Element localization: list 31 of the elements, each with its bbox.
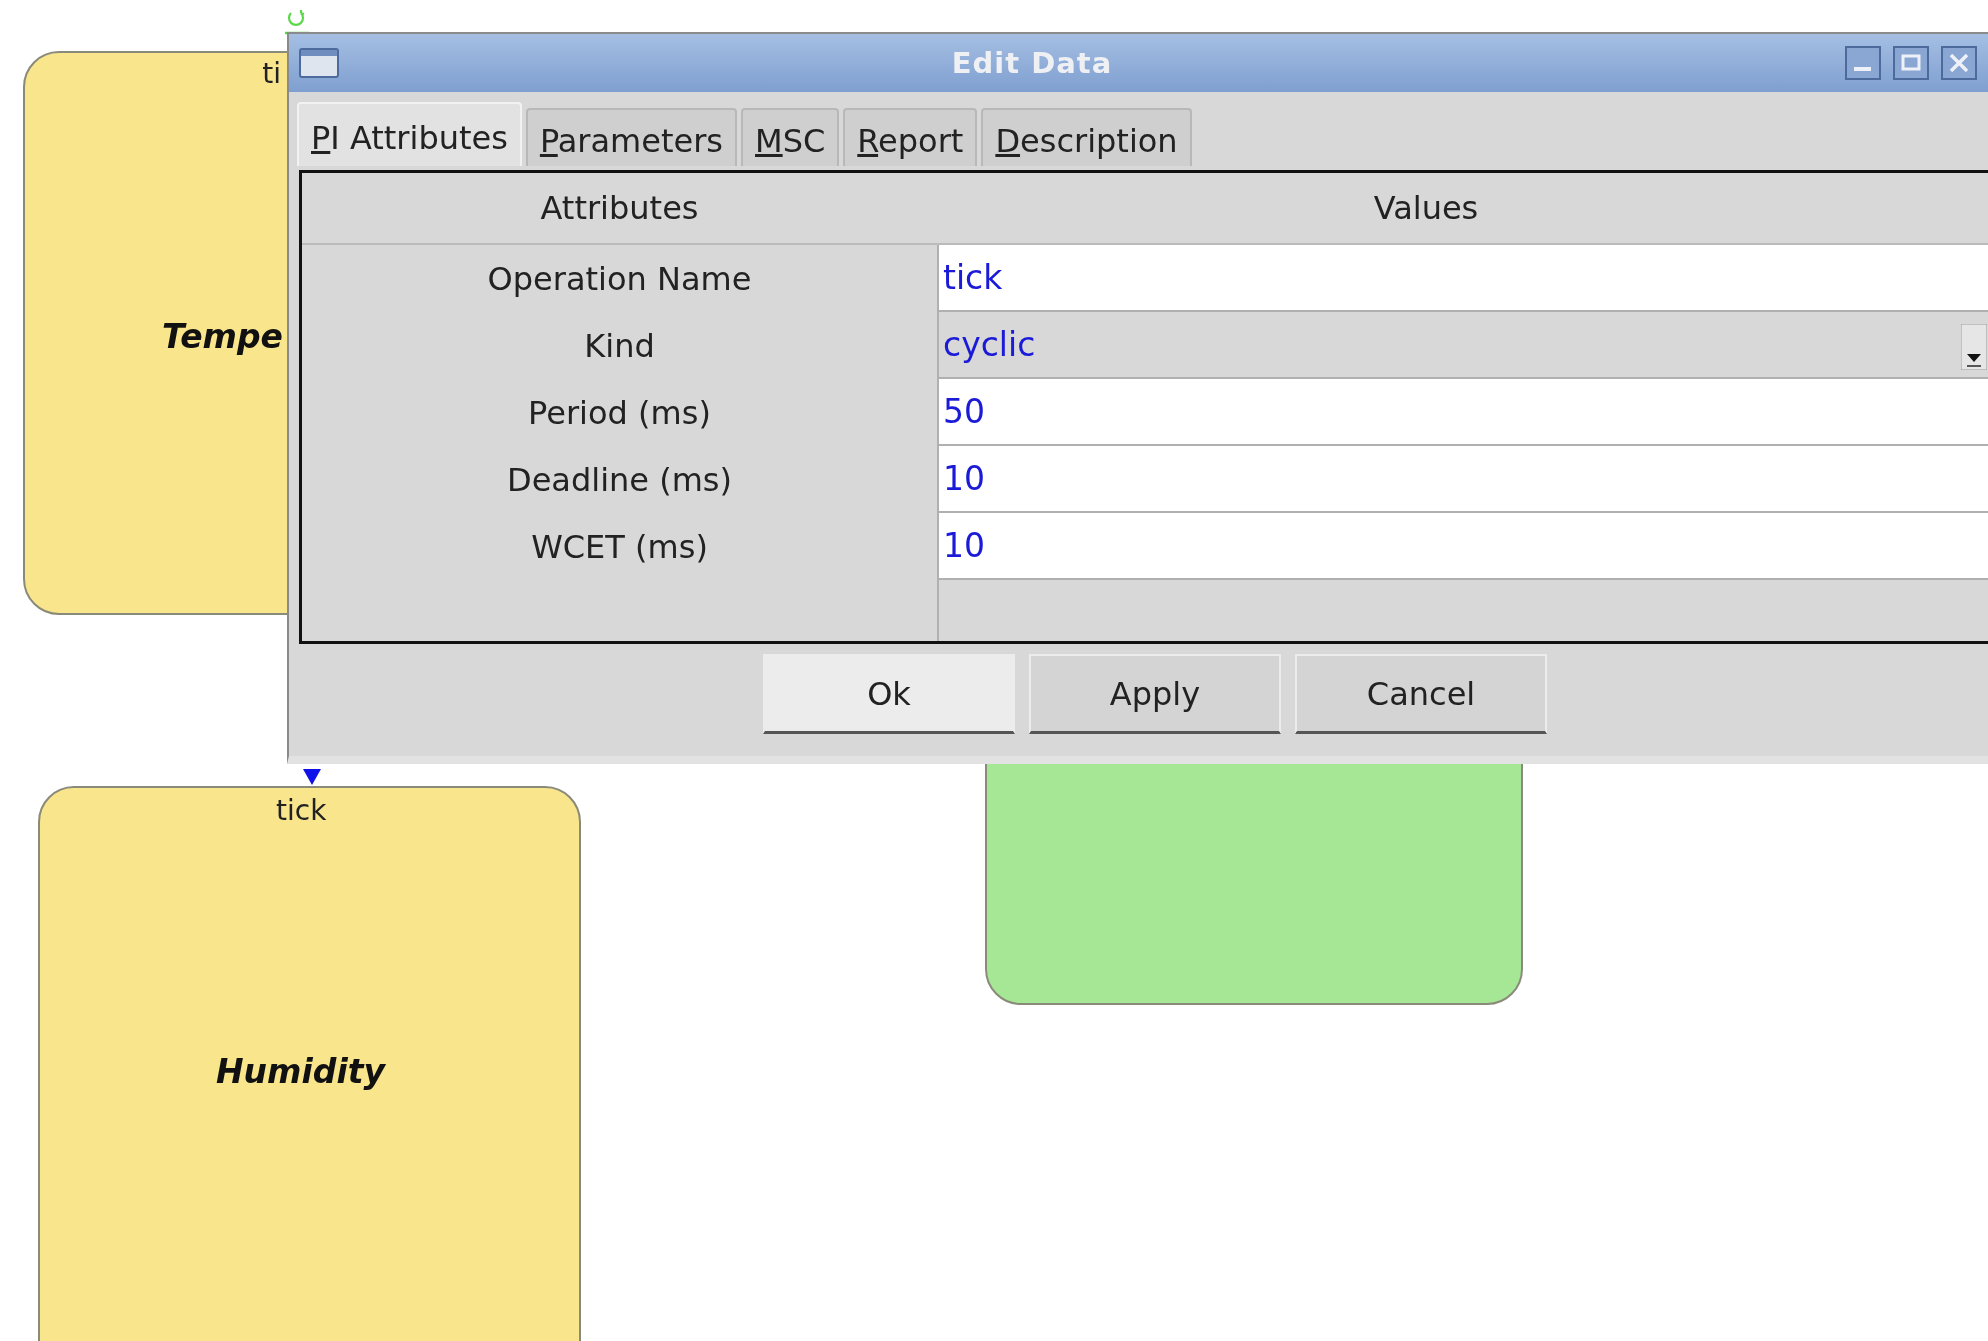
column-header: Attributes (539, 189, 700, 227)
kind-dropdown[interactable]: cyclic (937, 312, 1988, 379)
port-label: ti (262, 57, 281, 90)
tab[interactable]: Report (843, 108, 978, 166)
component-name: Tempe (161, 317, 283, 356)
value-field[interactable]: 10 (937, 513, 1988, 580)
attribute-label: Deadline (ms) (506, 459, 733, 501)
close-icon[interactable] (1941, 46, 1977, 80)
port-label: tick (276, 794, 327, 827)
window-menu-icon[interactable] (299, 48, 339, 78)
dialog-button[interactable]: Ok (763, 654, 1015, 734)
tab[interactable]: PI Attributes (297, 102, 522, 166)
caret-icon[interactable] (1961, 324, 1987, 370)
tab[interactable]: MSC (741, 108, 840, 166)
attribute-label: Operation Name (486, 258, 753, 300)
tab[interactable]: Description (981, 108, 1192, 166)
component-name: Humidity (216, 1052, 386, 1091)
maximize-icon[interactable] (1893, 46, 1929, 80)
port-triangle-icon[interactable] (302, 768, 322, 786)
window-title: Edit Data (950, 46, 1114, 80)
value-field[interactable]: tick (937, 245, 1988, 312)
minimize-icon[interactable] (1845, 46, 1881, 80)
tab[interactable]: Parameters (525, 108, 738, 166)
column-header: Values (1372, 189, 1480, 227)
attribute-label: Period (ms) (527, 392, 712, 434)
dialog-button[interactable]: Apply (1029, 654, 1281, 734)
attribute-label: Kind (583, 325, 656, 367)
attribute-label: WCET (ms) (530, 526, 709, 568)
dialog-button[interactable]: Cancel (1295, 654, 1547, 734)
value-field[interactable]: 10 (937, 446, 1988, 513)
value-field[interactable]: 50 (937, 379, 1988, 446)
